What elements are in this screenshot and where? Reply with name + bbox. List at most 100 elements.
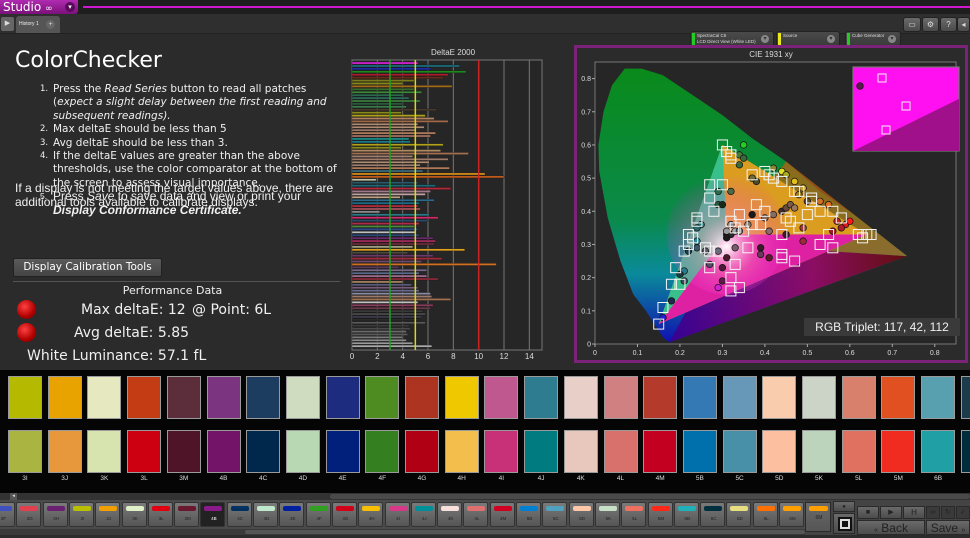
measured-patch[interactable] (881, 430, 916, 473)
measured-patch[interactable] (405, 430, 439, 473)
scroll-left-icon[interactable]: ◂ (10, 493, 17, 500)
strip-patch-button[interactable]: 4G (331, 502, 357, 527)
strip-patch-button[interactable]: 5B (516, 502, 541, 527)
measured-patch[interactable] (960, 430, 970, 473)
target-patch[interactable] (206, 376, 241, 419)
strip-patch-button[interactable]: 3I (68, 502, 94, 527)
target-patch[interactable] (325, 376, 360, 419)
measured-patch[interactable] (8, 430, 42, 473)
display-calibration-tools-button[interactable]: Display Calibration Tools (13, 258, 162, 277)
scrollbar-thumb[interactable] (330, 494, 970, 499)
strip-patch-button[interactable]: 3J (95, 502, 121, 527)
target-patch[interactable] (841, 376, 876, 419)
refresh-button[interactable]: ↻ (941, 506, 955, 519)
measured-patch[interactable] (365, 430, 400, 473)
measured-patch[interactable] (682, 430, 717, 473)
add-tab-button[interactable]: + (46, 20, 55, 29)
studio-menu-button[interactable]: Studio ∞ ▾ (0, 0, 78, 14)
stop-button[interactable]: ■ (857, 506, 879, 519)
target-patch[interactable] (722, 376, 757, 419)
strip-patch-button[interactable]: 5M (647, 502, 673, 527)
strip-patch-button[interactable]: 4E (279, 502, 305, 527)
target-patch[interactable] (921, 376, 956, 419)
measured-patch[interactable] (325, 430, 360, 473)
strip-patch-button[interactable]: 3G (16, 502, 42, 527)
loop-button[interactable]: ∞ (926, 506, 940, 519)
comparator-scrollbar[interactable]: ◂ (0, 493, 970, 500)
scrollbar-thumb[interactable] (245, 530, 805, 534)
strip-patch-button[interactable]: 4L (463, 502, 489, 527)
target-patch[interactable] (8, 376, 42, 419)
strip-patch-button[interactable]: 6D (726, 502, 752, 527)
strip-patch-button[interactable]: 4K (437, 502, 463, 527)
strip-patch-button[interactable]: 5C (542, 502, 568, 527)
target-patch[interactable] (87, 376, 122, 419)
target-patch[interactable] (643, 376, 678, 419)
target-patch[interactable] (127, 376, 162, 419)
strip-patch-button[interactable]: 4C (226, 502, 252, 527)
measured-patch[interactable] (484, 430, 519, 473)
strip-patch-button[interactable]: 3F (0, 502, 15, 527)
measured-patch[interactable] (524, 430, 559, 473)
target-patch[interactable] (47, 376, 82, 419)
target-patch[interactable] (603, 376, 638, 419)
measured-patch[interactable] (87, 430, 122, 473)
save-button[interactable]: Save » (926, 520, 970, 535)
strip-patch-button[interactable]: 4I (384, 502, 410, 527)
target-patch[interactable] (524, 376, 559, 419)
strip-patch-button[interactable]: 4M (489, 502, 515, 527)
measured-patch[interactable] (603, 430, 638, 473)
target-patch[interactable] (484, 376, 519, 419)
strip-patch-button[interactable]: 5K (594, 502, 620, 527)
target-patch[interactable] (365, 376, 400, 419)
strip-patch-button[interactable]: 4H (358, 502, 384, 527)
strip-patch-button[interactable]: 4D (253, 502, 278, 527)
play-icon[interactable]: ▶ (1, 17, 14, 31)
measured-patch[interactable] (444, 430, 479, 473)
strip-patch-button[interactable]: 6B (673, 502, 699, 527)
target-patch[interactable] (960, 376, 970, 419)
target-patch[interactable] (285, 376, 320, 419)
collapse-button[interactable]: ◂ (957, 17, 970, 32)
measured-patch[interactable] (841, 430, 876, 473)
strip-patch-button[interactable]: 4F (305, 502, 331, 527)
help-button[interactable]: ? (940, 17, 957, 32)
measured-patch[interactable] (802, 430, 836, 473)
target-patch[interactable] (405, 376, 439, 419)
strip-patch-button[interactable]: 6L (752, 502, 778, 527)
settings-button[interactable]: ⚙ (922, 17, 939, 32)
confirm-button[interactable]: ✓ (956, 506, 970, 519)
strip-patch-button[interactable]: 6C (700, 502, 726, 527)
strip-patch-button[interactable]: 3H (42, 502, 68, 527)
target-patch[interactable] (246, 376, 281, 419)
target-patch[interactable] (682, 376, 717, 419)
measured-patch[interactable] (166, 430, 201, 473)
measured-patch[interactable] (246, 430, 281, 473)
strip-patch-button[interactable]: 4B (200, 502, 226, 527)
measured-patch[interactable] (563, 430, 598, 473)
strip-patch-button[interactable]: 5L (621, 502, 647, 527)
measured-patch[interactable] (285, 430, 320, 473)
strip-patch-button[interactable]: 5D (568, 502, 594, 527)
measured-patch[interactable] (127, 430, 162, 473)
patch-6m-button[interactable]: 6M (805, 502, 831, 532)
strip-patch-button[interactable]: 3L (147, 502, 173, 527)
back-button[interactable]: « Back (857, 520, 925, 535)
measured-patch[interactable] (47, 430, 82, 473)
target-patch[interactable] (881, 376, 916, 419)
target-patch[interactable] (444, 376, 479, 419)
strip-patch-button[interactable]: 3M (174, 502, 200, 527)
strip-patch-button[interactable]: 4J (410, 502, 436, 527)
measured-patch[interactable] (722, 430, 757, 473)
strip-scrollbar[interactable] (0, 529, 805, 535)
measured-patch[interactable] (762, 430, 797, 473)
play-button[interactable]: ▶ (880, 506, 902, 519)
strip-patch-button[interactable]: 3K (121, 502, 147, 527)
target-patch[interactable] (762, 376, 797, 419)
measured-patch[interactable] (206, 430, 241, 473)
display-button[interactable]: ▭ (903, 17, 921, 32)
measured-patch[interactable] (921, 430, 956, 473)
target-patch[interactable] (563, 376, 598, 419)
hold-button[interactable]: H (903, 506, 925, 519)
measured-patch[interactable] (643, 430, 678, 473)
